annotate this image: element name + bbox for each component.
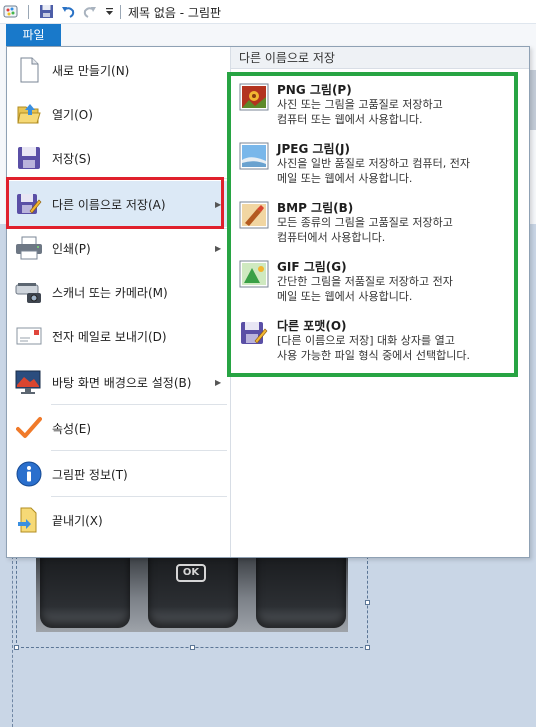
resize-handle[interactable] (14, 645, 19, 650)
new-document-icon (15, 56, 43, 84)
open-folder-icon (15, 100, 43, 128)
menu-item-scanner[interactable]: 스캐너 또는 카메라(M) (7, 269, 231, 315)
menu-item-exit[interactable]: 끝내기(X) (7, 497, 231, 543)
save-as-header: 다른 이름으로 저장 (231, 47, 529, 69)
canvas-selection-border (16, 556, 368, 648)
menu-item-label: 바탕 화면 배경으로 설정(B) (52, 375, 192, 390)
customize-dropdown-icon[interactable] (102, 0, 116, 24)
canvas-left-guide (12, 556, 13, 727)
ribbon-scroll-fragment (530, 70, 536, 130)
menu-item-email[interactable]: 전자 메일로 보내기(D) (7, 313, 231, 359)
menu-item-label: 속성(E) (52, 421, 92, 436)
checkmark-icon (15, 414, 43, 442)
menu-item-open[interactable]: 열기(O) (7, 91, 231, 137)
email-icon (15, 322, 43, 350)
file-menu-commands: 새로 만들기(N) 열기(O) 저장(S) 다른 이름으로 저장(A) ▶ 인쇄… (7, 47, 231, 557)
menu-item-label: 끝내기(X) (52, 513, 103, 528)
info-icon (15, 460, 43, 488)
menu-item-label: 그림판 정보(T) (52, 467, 128, 482)
menu-item-label: 저장(S) (52, 151, 92, 166)
exit-icon (15, 506, 43, 534)
undo-icon[interactable] (58, 0, 78, 24)
menu-item-print[interactable]: 인쇄(P) ▶ (7, 225, 231, 271)
menu-item-label: 새로 만들기(N) (52, 63, 130, 78)
save-disk-icon (15, 144, 43, 172)
window-title: 제목 없음 - 그림판 (128, 6, 222, 20)
highlight-save-as-box (6, 177, 224, 229)
menu-item-label: 열기(O) (52, 107, 93, 122)
highlight-format-options-box (227, 72, 518, 377)
paint-app-icon[interactable] (2, 0, 20, 24)
desktop-background-icon (15, 368, 43, 396)
redo-icon[interactable] (80, 0, 100, 24)
menu-item-label: 인쇄(P) (52, 241, 91, 256)
menu-item-new[interactable]: 새로 만들기(N) (7, 47, 231, 93)
resize-handle[interactable] (190, 645, 195, 650)
submenu-arrow-icon: ▶ (215, 243, 222, 253)
printer-icon (15, 234, 43, 262)
menu-item-label: 스캐너 또는 카메라(M) (52, 285, 168, 300)
resize-handle[interactable] (365, 600, 370, 605)
scanner-camera-icon (15, 278, 43, 306)
file-tab[interactable]: 파일 (6, 24, 61, 46)
menu-item-save[interactable]: 저장(S) (7, 135, 231, 181)
menu-item-about[interactable]: 그림판 정보(T) (7, 451, 231, 497)
title-bar: 제목 없음 - 그림판 (0, 0, 536, 24)
resize-handle[interactable] (365, 645, 370, 650)
save-icon[interactable] (36, 0, 56, 24)
menu-item-properties[interactable]: 속성(E) (7, 405, 231, 451)
menu-item-label: 전자 메일로 보내기(D) (52, 329, 167, 344)
menu-item-desktop-background[interactable]: 바탕 화면 배경으로 설정(B) ▶ (7, 359, 231, 405)
submenu-arrow-icon: ▶ (215, 377, 222, 387)
